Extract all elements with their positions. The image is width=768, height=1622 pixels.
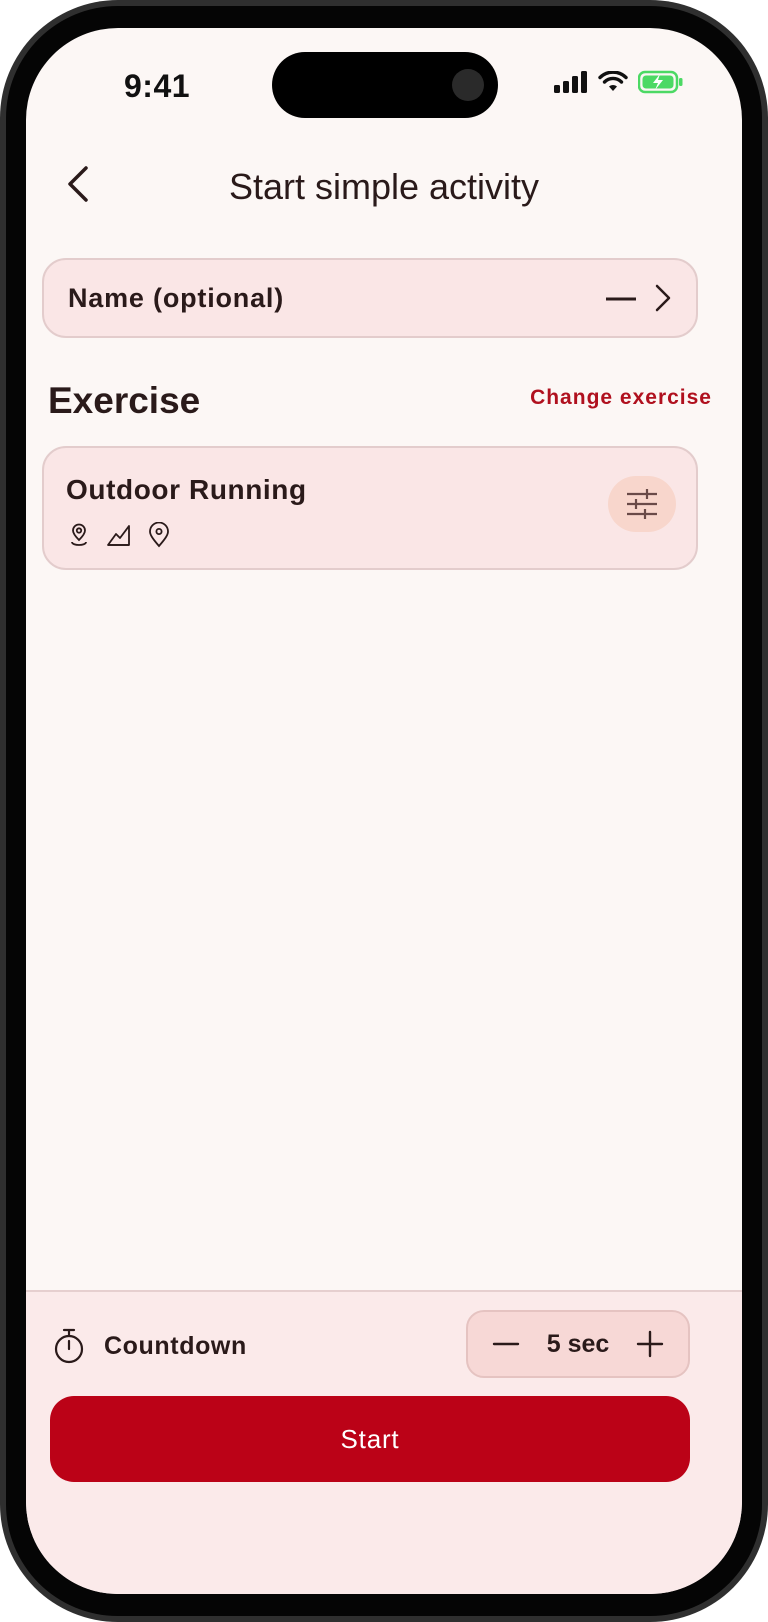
- name-field-label: Name (optional): [68, 282, 285, 313]
- dynamic-island: [272, 52, 498, 118]
- status-time: 9:41: [124, 68, 191, 104]
- bottom-panel: Countdown 5 sec Start: [26, 1290, 742, 1594]
- exercise-feature-icons: [66, 521, 172, 548]
- chevron-right-icon: [655, 284, 671, 312]
- name-field[interactable]: Name (optional) —: [42, 258, 698, 338]
- countdown-stepper: 5 sec: [466, 1310, 690, 1378]
- name-field-value: —: [606, 281, 636, 314]
- battery-icon: [637, 70, 684, 99]
- change-exercise-link[interactable]: Change exercise: [530, 386, 712, 410]
- plus-icon[interactable]: [630, 1324, 670, 1364]
- page-title: Start simple activity: [228, 166, 540, 207]
- route-pin-icon: [66, 522, 92, 548]
- elevation-icon: [106, 522, 132, 548]
- camera-icon: [452, 69, 484, 101]
- exercise-card[interactable]: Outdoor Running: [42, 446, 698, 570]
- status-icons: [554, 70, 684, 99]
- start-button[interactable]: Start: [50, 1396, 690, 1482]
- countdown-label: Countdown: [104, 1332, 247, 1360]
- stopwatch-icon: [54, 1328, 84, 1364]
- exercise-name: Outdoor Running: [66, 474, 307, 505]
- exercise-section-title: Exercise: [48, 380, 201, 421]
- screen: 9:41 Start simple activity Name (optiona…: [26, 28, 742, 1594]
- wifi-icon: [598, 70, 628, 98]
- exercise-settings-button[interactable]: [608, 476, 676, 532]
- location-pin-icon: [146, 521, 172, 548]
- sliders-icon: [627, 489, 657, 519]
- signal-icon: [554, 71, 588, 98]
